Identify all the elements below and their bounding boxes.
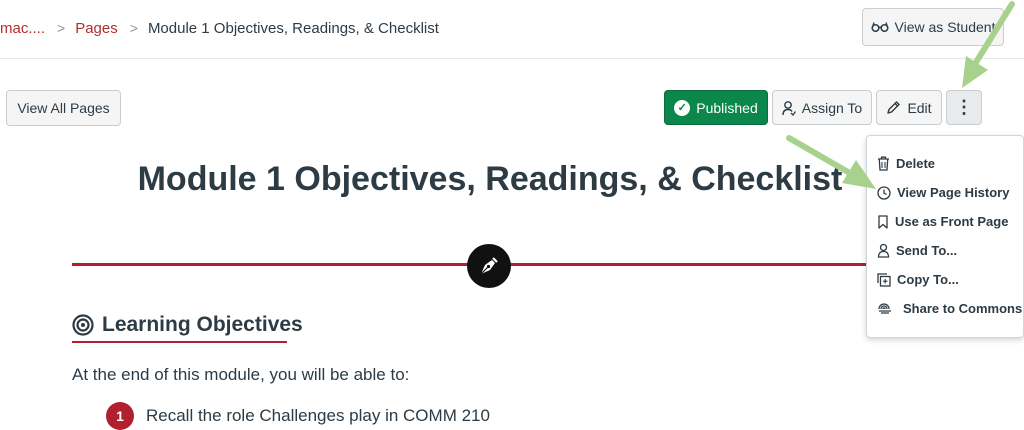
assign-to-label: Assign To [801, 99, 863, 116]
view-as-student-label: View as Student [894, 19, 996, 35]
kebab-icon: ⋮ [955, 97, 973, 117]
page-title: Module 1 Objectives, Readings, & Checkli… [137, 160, 843, 198]
edit-label: Edit [907, 99, 932, 116]
more-options-menu: Delete View Page History Use as Front Pa… [866, 135, 1024, 338]
menu-item-share-to-commons[interactable]: Share to Commons [877, 301, 1022, 316]
bookmark-icon [877, 214, 889, 229]
section-heading-text: Learning Objectives [102, 313, 303, 336]
edit-button[interactable]: Edit [876, 90, 942, 125]
view-all-pages-button[interactable]: View All Pages [6, 90, 121, 126]
breadcrumb-separator: > [129, 20, 138, 36]
published-button[interactable]: ✓ Published [664, 90, 768, 125]
menu-item-copy-to[interactable]: Copy To... [877, 272, 959, 287]
menu-item-label: View Page History [897, 185, 1010, 200]
pencil-icon [886, 100, 901, 115]
more-options-button[interactable]: ⋮ [946, 90, 982, 125]
menu-item-label: Copy To... [897, 272, 959, 287]
menu-item-label: Send To... [896, 243, 958, 258]
trash-icon [877, 156, 890, 171]
breadcrumb-course-link[interactable]: mac.... [0, 20, 45, 37]
menu-item-send-to[interactable]: Send To... [877, 243, 957, 258]
glasses-icon [870, 21, 889, 33]
breadcrumb: mac.... > Pages > Module 1 Objectives, R… [0, 17, 439, 39]
user-assign-icon [782, 100, 796, 116]
breadcrumb-current: Module 1 Objectives, Readings, & Checkli… [147, 19, 439, 37]
heading-underline [72, 341, 287, 343]
intro-text: At the end of this module, you will be a… [72, 365, 410, 384]
objective-list-item: 1 Recall the role Challenges play in COM… [106, 402, 490, 430]
menu-item-view-page-history[interactable]: View Page History [877, 185, 1009, 200]
published-label: Published [696, 99, 758, 116]
header-divider [0, 58, 1024, 59]
menu-item-delete[interactable]: Delete [877, 156, 935, 171]
commons-icon [877, 302, 893, 316]
user-send-icon [877, 243, 890, 258]
clock-icon [877, 185, 891, 200]
copy-icon [877, 272, 891, 287]
menu-item-label: Delete [896, 156, 936, 171]
menu-item-label: Use as Front Page [895, 214, 1009, 229]
check-circle-icon: ✓ [674, 99, 691, 116]
assign-to-button[interactable]: Assign To [772, 90, 872, 125]
objective-text: Recall the role Challenges play in COMM … [146, 406, 490, 425]
learning-objectives-heading: Learning Objectives [72, 313, 303, 337]
target-icon [72, 314, 94, 336]
menu-item-use-as-front-page[interactable]: Use as Front Page [877, 214, 1008, 229]
breadcrumb-pages-link[interactable]: Pages [75, 20, 118, 37]
list-number-badge: 1 [106, 402, 134, 430]
menu-item-label: Share to Commons [903, 301, 1023, 316]
pen-nib-icon [467, 244, 511, 288]
view-as-student-button[interactable]: View as Student [862, 8, 1004, 46]
breadcrumb-separator: > [57, 20, 66, 36]
